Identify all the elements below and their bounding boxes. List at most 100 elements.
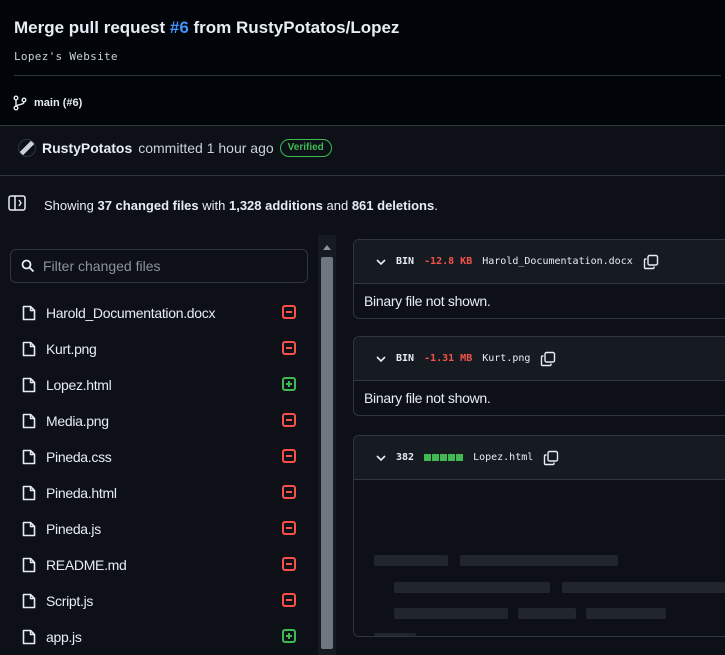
diff-summary: Showing 37 changed files with 1,328 addi…: [44, 198, 438, 213]
summary-suffix: .: [434, 198, 438, 213]
file-tree-item[interactable]: app.js: [0, 619, 318, 655]
avatar[interactable]: [18, 139, 36, 157]
diffstat-block: [440, 454, 448, 461]
skeleton-line: [394, 608, 508, 619]
file-tree-item[interactable]: Media.png: [0, 403, 318, 439]
sidebar-toggle-icon[interactable]: [8, 195, 26, 211]
file-icon: [22, 377, 36, 393]
summary-prefix: Showing: [44, 198, 98, 213]
diffstat-block: [448, 454, 456, 461]
skeleton-line: [586, 608, 666, 619]
pr-number-link[interactable]: #6: [170, 18, 189, 37]
diff-summary-row: Showing 37 changed files with 1,328 addi…: [0, 175, 725, 235]
skeleton-line: [460, 555, 618, 566]
file-name: README.md: [46, 557, 127, 573]
file-added-icon: [282, 377, 296, 391]
file-icon: [22, 341, 36, 357]
header-divider: [14, 75, 721, 76]
diff-card-lopez: 382 Lopez.html: [353, 435, 725, 637]
skeleton-line: [394, 582, 550, 593]
diff-header[interactable]: BIN -12.8 KB Harold_Documentation.docx: [354, 240, 725, 284]
diff-header[interactable]: 382 Lopez.html: [354, 436, 725, 480]
file-icon: [22, 521, 36, 537]
file-name: app.js: [46, 629, 82, 645]
diffstat-bar: [424, 454, 464, 461]
commit-meta: RustyPotatos committed 1 hour ago Verifi…: [18, 139, 332, 157]
commit-time: committed 1 hour ago: [138, 140, 274, 156]
diffstat-block: [432, 454, 440, 461]
branch-name: main (#6): [34, 97, 83, 109]
file-tree-item[interactable]: Pineda.css: [0, 439, 318, 475]
changed-files-count: 37 changed files: [97, 198, 199, 213]
summary-and: and: [322, 198, 352, 213]
file-name: Kurt.png: [46, 341, 97, 357]
size-delta: -1.31 MB: [424, 353, 473, 364]
diff-card-kurt: BIN -1.31 MB Kurt.png Binary file not sh…: [353, 336, 725, 416]
file-removed-icon: [282, 305, 296, 319]
binary-notice: Binary file not shown.: [364, 293, 491, 309]
file-name: Harold_Documentation.docx: [46, 305, 216, 321]
diff-filename[interactable]: Harold_Documentation.docx: [482, 256, 633, 267]
diffstat-block: [424, 454, 432, 461]
copy-icon[interactable]: [643, 254, 659, 270]
bin-label: BIN: [396, 353, 415, 364]
scroll-thumb[interactable]: [321, 257, 333, 649]
file-name: Pineda.html: [46, 485, 117, 501]
deletions-count: 861 deletions: [351, 198, 435, 213]
file-icon: [22, 305, 36, 321]
title-suffix: from RustyPotatos/Lopez: [188, 18, 400, 37]
diff-filename[interactable]: Lopez.html: [473, 452, 533, 463]
branch-label[interactable]: main (#6): [12, 95, 82, 111]
skeleton-line: [374, 555, 448, 566]
file-name: Media.png: [46, 413, 109, 429]
file-removed-icon: [282, 485, 296, 499]
diff-card-harold: BIN -12.8 KB Harold_Documentation.docx B…: [353, 239, 725, 319]
file-removed-icon: [282, 521, 296, 535]
commit-description: Lopez's Website: [14, 50, 118, 63]
skeleton-line: [562, 582, 725, 593]
file-icon: [22, 449, 36, 465]
diff-filename[interactable]: Kurt.png: [482, 353, 530, 364]
file-tree-item[interactable]: Script.js: [0, 583, 318, 619]
additions-count: 1,328 additions: [228, 198, 323, 213]
file-tree-scrollbar[interactable]: [318, 235, 336, 655]
search-icon: [21, 259, 35, 273]
file-removed-icon: [282, 413, 296, 427]
file-list: Harold_Documentation.docx Kurt.png Lopez.h…: [0, 295, 318, 655]
chevron-down-icon[interactable]: [376, 453, 386, 463]
file-icon: [22, 557, 36, 573]
file-tree-item[interactable]: Pineda.js: [0, 511, 318, 547]
skeleton-line: [518, 608, 576, 619]
scroll-up-arrow-icon[interactable]: [323, 245, 331, 250]
page-title: Merge pull request #6 from RustyPotatos/…: [14, 18, 399, 38]
skeleton-line: [374, 633, 416, 636]
file-name: Lopez.html: [46, 377, 112, 393]
file-tree-item[interactable]: Lopez.html: [0, 367, 318, 403]
filter-files-input[interactable]: [43, 258, 283, 274]
file-tree-item[interactable]: Kurt.png: [0, 331, 318, 367]
copy-icon[interactable]: [543, 450, 559, 466]
file-icon: [22, 629, 36, 645]
pr-header: Merge pull request #6 from RustyPotatos/…: [0, 0, 725, 125]
filter-box[interactable]: [10, 249, 308, 283]
file-removed-icon: [282, 593, 296, 607]
bin-label: BIN: [396, 256, 415, 267]
file-tree-item[interactable]: README.md: [0, 547, 318, 583]
chevron-down-icon[interactable]: [376, 354, 386, 364]
diffstat-block: [456, 454, 464, 461]
file-added-icon: [282, 629, 296, 643]
file-tree-item[interactable]: Harold_Documentation.docx: [0, 295, 318, 331]
git-branch-icon: [13, 95, 27, 111]
size-delta: -12.8 KB: [424, 256, 473, 267]
additions-count: 382: [396, 452, 415, 463]
summary-with: with: [198, 198, 229, 213]
file-tree-item[interactable]: Pineda.html: [0, 475, 318, 511]
file-name: Pineda.js: [46, 521, 101, 537]
title-prefix: Merge pull request: [14, 18, 170, 37]
chevron-down-icon[interactable]: [376, 257, 386, 267]
file-icon: [22, 485, 36, 501]
diff-header[interactable]: BIN -1.31 MB Kurt.png: [354, 337, 725, 381]
author-link[interactable]: RustyPotatos: [42, 140, 132, 156]
verified-badge[interactable]: Verified: [279, 139, 332, 157]
copy-icon[interactable]: [540, 351, 556, 367]
